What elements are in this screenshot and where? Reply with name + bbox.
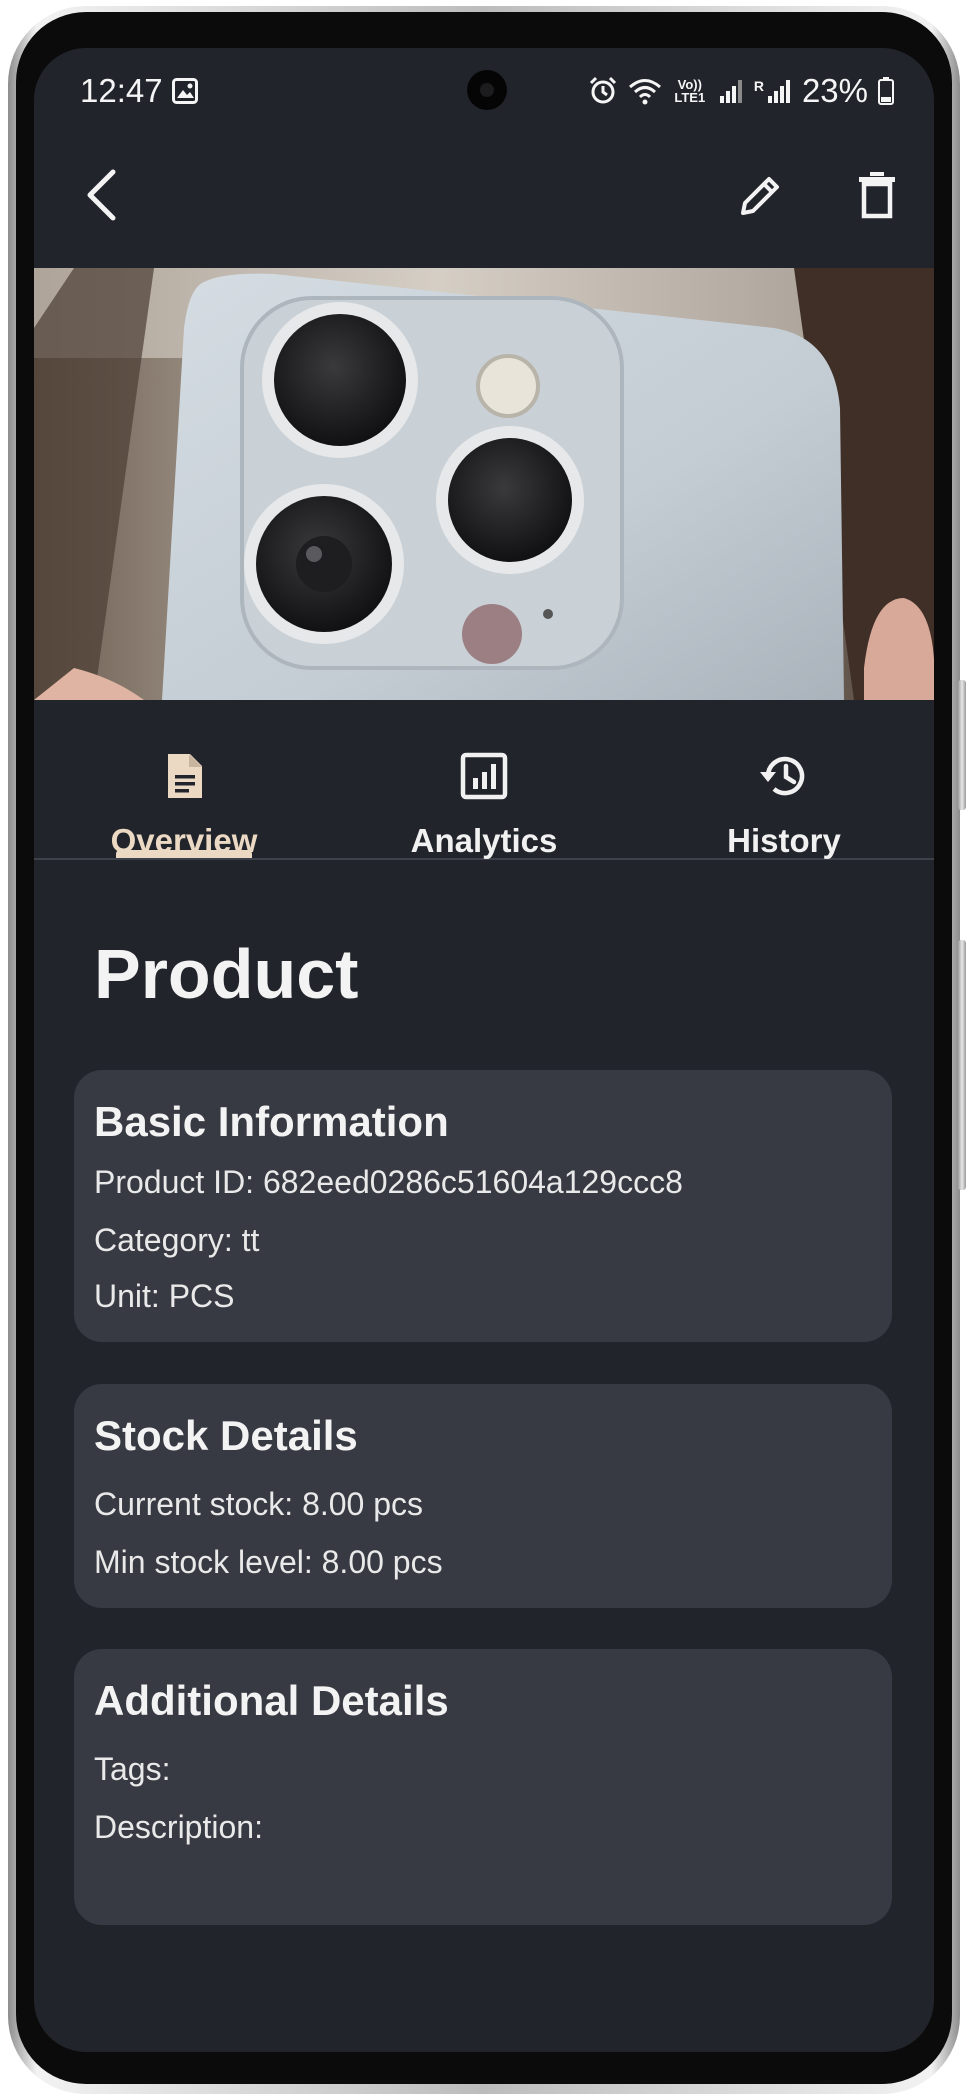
status-time: 12:47 xyxy=(80,72,163,109)
additional-details-title: Additional Details xyxy=(94,1677,449,1724)
stock-details-card: Stock Details Current stock: 8.00 pcs Mi… xyxy=(74,1384,892,1608)
volte-icon: Vo)) LTE1 xyxy=(674,77,706,105)
front-camera xyxy=(467,70,507,110)
bar-chart-icon xyxy=(460,752,508,800)
tags-text: Tags: xyxy=(94,1751,171,1787)
battery-percent: 23% xyxy=(801,72,868,109)
tab-overview[interactable]: Overview xyxy=(34,700,334,859)
gallery-icon xyxy=(172,78,198,104)
min-stock-text: Min stock level: 8.00 pcs xyxy=(94,1544,443,1580)
signal-icon xyxy=(719,80,742,103)
tab-analytics-label: Analytics xyxy=(410,822,558,859)
battery-icon xyxy=(878,77,894,105)
edit-button[interactable] xyxy=(726,160,796,230)
tab-history[interactable]: History xyxy=(634,700,934,859)
delete-button[interactable] xyxy=(842,160,912,230)
volume-button xyxy=(958,680,966,810)
product-image xyxy=(34,268,934,700)
back-button[interactable] xyxy=(66,160,136,230)
basic-information-title: Basic Information xyxy=(94,1098,449,1145)
wifi-icon xyxy=(628,79,661,105)
page-title: Product xyxy=(94,935,359,1013)
additional-details-card: Additional Details Tags: Description: xyxy=(74,1649,892,1925)
tab-history-label: History xyxy=(727,822,841,859)
tab-bar: Overview Analytics History xyxy=(34,700,934,860)
basic-information-card: Basic Information Product ID: 682eed0286… xyxy=(74,1070,892,1342)
pencil-icon xyxy=(741,177,779,215)
product-id-text: Product ID: 682eed0286c51604a129ccc8 xyxy=(94,1164,683,1200)
power-button xyxy=(958,940,966,1190)
app-screen: 12:47 Vo)) LTE1 R 23% Overview Analytics… xyxy=(34,48,934,2052)
document-icon xyxy=(168,754,202,798)
back-arrow-icon xyxy=(87,169,116,221)
current-stock-text: Current stock: 8.00 pcs xyxy=(94,1486,424,1522)
phone-camera-photo xyxy=(34,268,934,700)
roaming-indicator: R xyxy=(753,78,764,94)
category-text: Category: tt xyxy=(94,1222,260,1258)
history-icon xyxy=(760,756,805,796)
status-bar: 12:47 Vo)) LTE1 R 23% xyxy=(34,48,934,138)
status-icons: Vo)) LTE1 R 23% xyxy=(588,72,894,110)
unit-text: Unit: PCS xyxy=(94,1278,235,1314)
trash-icon xyxy=(859,172,895,219)
stock-details-title: Stock Details xyxy=(94,1412,358,1459)
roaming-signal-icon xyxy=(767,80,790,103)
tab-analytics[interactable]: Analytics xyxy=(334,700,634,859)
active-tab-indicator xyxy=(116,850,252,858)
description-text: Description: xyxy=(94,1809,263,1845)
alarm-icon xyxy=(589,76,616,104)
